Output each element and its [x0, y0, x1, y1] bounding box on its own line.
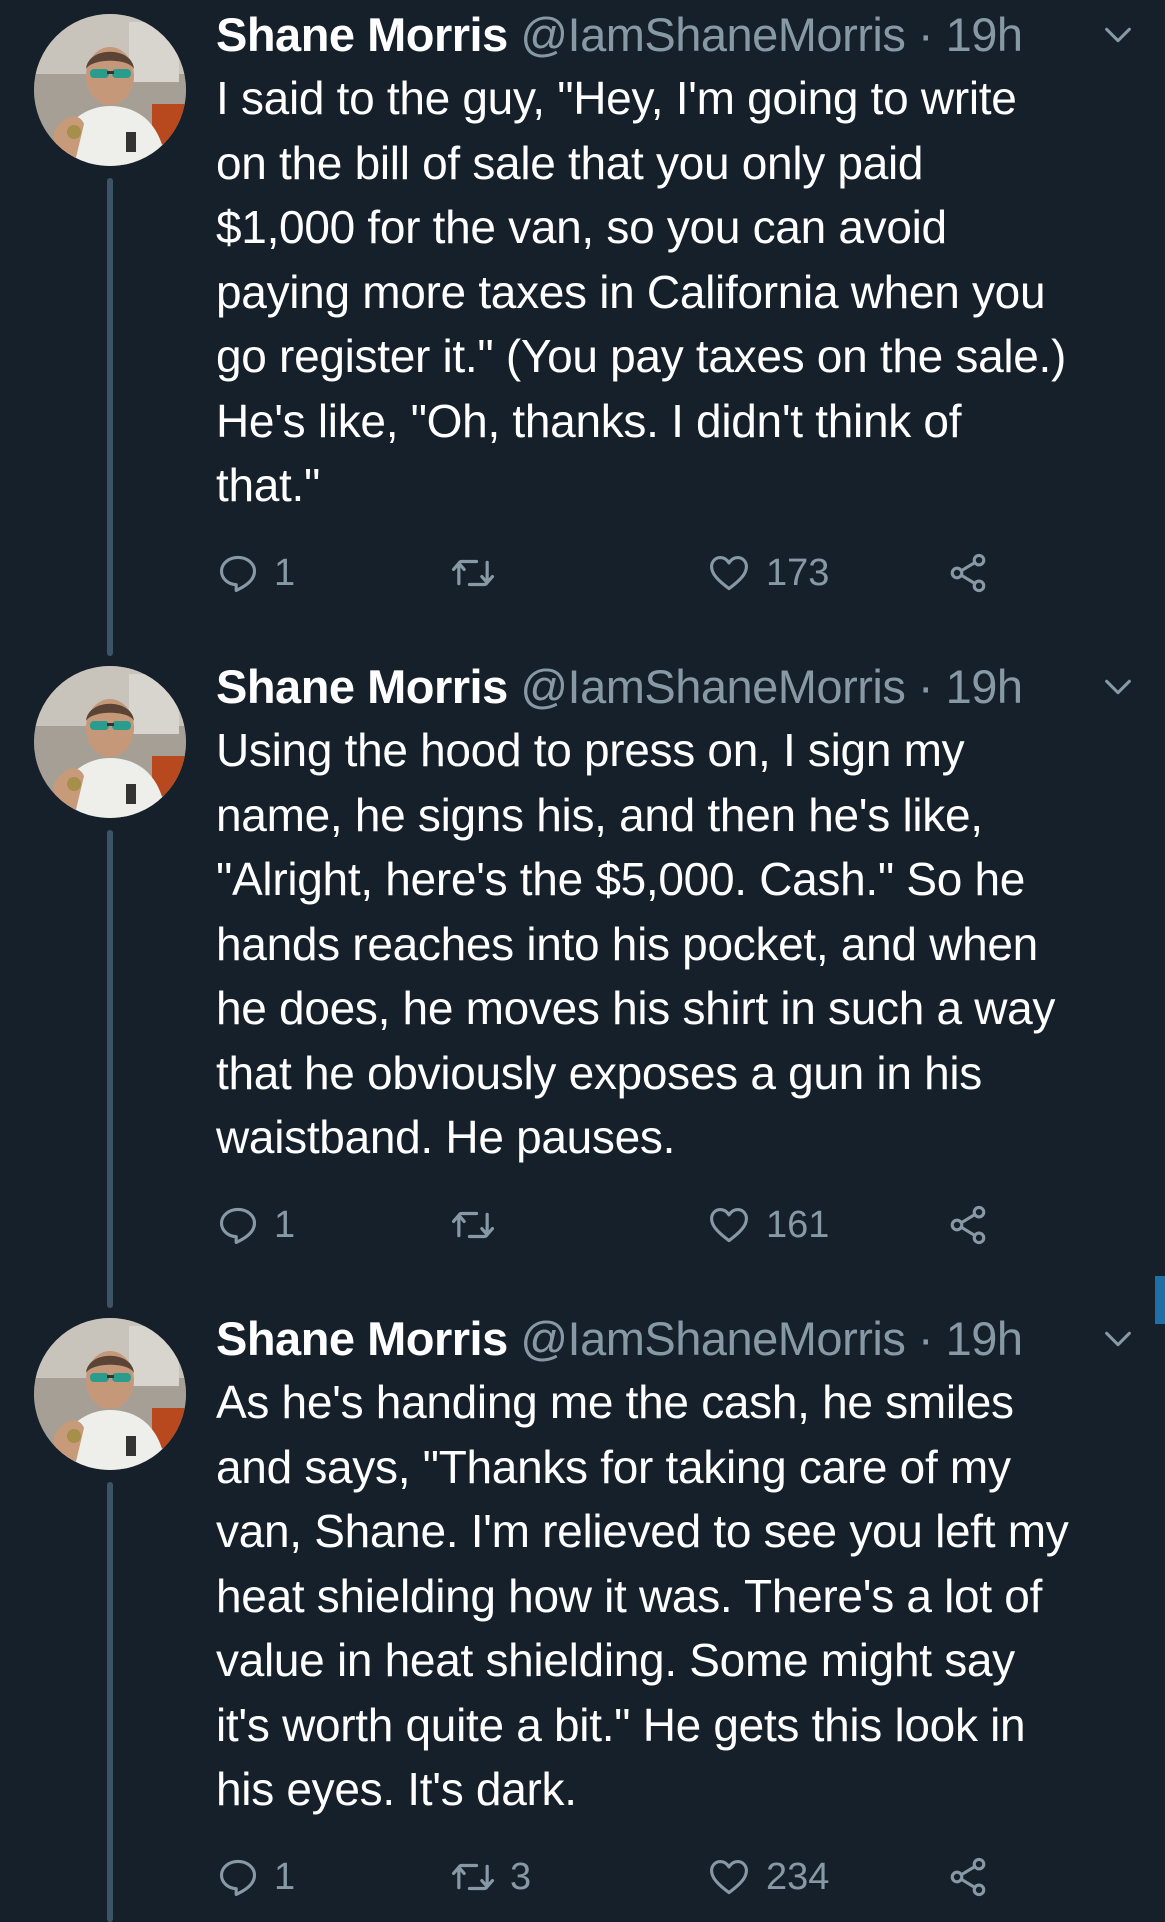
reply-icon [219, 1207, 257, 1244]
chevron-down-icon[interactable] [1101, 670, 1135, 704]
thread-connector-line [107, 830, 113, 1308]
tweet-actions: 1 173 [216, 548, 1016, 598]
tweet-text-line: He's like, "Oh, thanks. I didn't think o… [216, 394, 962, 447]
scrollbar[interactable] [1155, 1276, 1165, 1324]
tweet-text: As he's handing me the cash, he smiles a… [216, 1370, 1146, 1822]
reply-button[interactable]: 1 [216, 1200, 295, 1250]
tweet-header: Shane Morris @IamShaneMorris · 19h [216, 652, 1165, 722]
author-handle[interactable]: @IamShaneMorris [520, 1312, 906, 1365]
tweet-text-line: and says, "Thanks for taking care of my [216, 1440, 1011, 1493]
reply-icon [219, 555, 257, 592]
like-button[interactable]: 173 [706, 548, 829, 598]
tweet-text-line: name, he signs his, and then he's like, [216, 788, 983, 841]
thread-connector-line [107, 1482, 113, 1922]
retweet-icon [451, 559, 495, 587]
tweet-header: Shane Morris @IamShaneMorris · 19h [216, 1304, 1165, 1374]
tweet[interactable]: Shane Morris @IamShaneMorris · 19h Using… [0, 652, 1165, 1308]
tweet-timestamp[interactable]: 19h [946, 8, 1023, 61]
avatar[interactable] [34, 1318, 186, 1470]
retweet-icon [451, 1863, 495, 1891]
reply-count: 1 [274, 1203, 296, 1246]
avatar-photo-icon [34, 1318, 186, 1470]
author-name[interactable]: Shane Morris [216, 8, 508, 61]
tweet-actions: 1 3 234 [216, 1852, 1016, 1902]
like-count: 234 [766, 1855, 830, 1898]
tweet[interactable]: Shane Morris @IamShaneMorris · 19h I sai… [0, 0, 1165, 656]
reply-button[interactable]: 1 [216, 1852, 295, 1902]
avatar-photo-icon [34, 14, 186, 166]
tweet-text-line: his eyes. It's dark. [216, 1763, 577, 1815]
tweet-text-line: hands reaches into his pocket, and when [216, 917, 1038, 970]
tweet-text-line: Using the hood to press on, I sign my [216, 724, 965, 776]
share-icon [950, 1857, 986, 1897]
tweet-text-line: value in heat shielding. Some might say [216, 1634, 1015, 1686]
like-icon [710, 1860, 748, 1895]
like-button[interactable]: 161 [706, 1200, 829, 1250]
tweet-text-line: van, Shane. I'm relieved to see you left… [216, 1505, 1069, 1557]
author-name[interactable]: Shane Morris [216, 660, 508, 713]
tweet-header: Shane Morris @IamShaneMorris · 19h [216, 0, 1165, 70]
avatar[interactable] [34, 14, 186, 166]
share-icon [950, 553, 986, 593]
avatar-photo-icon [34, 666, 186, 818]
tweet-text-line: on the bill of sale that you only paid [216, 136, 924, 189]
tweet-text: Using the hood to press on, I sign my na… [216, 718, 1146, 1170]
tweet-text-line: "Alright, here's the $5,000. Cash." So h… [216, 853, 1026, 905]
avatar[interactable] [34, 666, 186, 818]
tweet-text-line: it's worth quite a bit." He gets this lo… [216, 1698, 1026, 1751]
retweet-button[interactable] [450, 1200, 510, 1250]
tweet-text-line: that he obviously exposes a gun in his [216, 1046, 982, 1099]
share-icon [950, 1205, 986, 1245]
thread-connector-line [107, 178, 113, 656]
tweet-timestamp[interactable]: 19h [946, 1312, 1023, 1365]
author-name[interactable]: Shane Morris [216, 1312, 508, 1365]
like-icon [710, 1208, 748, 1243]
like-icon [710, 556, 748, 591]
tweet-text-line: that." [216, 459, 321, 511]
chevron-down-icon[interactable] [1101, 1322, 1135, 1356]
share-button[interactable] [946, 548, 990, 598]
chevron-down-icon[interactable] [1101, 18, 1135, 52]
author-handle[interactable]: @IamShaneMorris [520, 8, 906, 61]
author-handle[interactable]: @IamShaneMorris [520, 660, 906, 713]
header-separator: · [917, 660, 934, 713]
retweet-icon [451, 1211, 495, 1239]
tweet-text-line: waistband. He pauses. [216, 1111, 676, 1163]
header-separator: · [917, 1312, 934, 1365]
tweet-actions: 1 161 [216, 1200, 1016, 1250]
tweet-text-line: heat shielding how it was. There's a lot… [216, 1569, 1043, 1622]
reply-count: 1 [274, 551, 296, 594]
like-count: 173 [766, 551, 830, 594]
reply-icon [219, 1859, 257, 1896]
retweet-button[interactable] [450, 548, 510, 598]
tweet[interactable]: Shane Morris @IamShaneMorris · 19h As he… [0, 1304, 1165, 1922]
share-button[interactable] [946, 1852, 990, 1902]
retweet-button[interactable]: 3 [450, 1852, 531, 1902]
share-button[interactable] [946, 1200, 990, 1250]
like-count: 161 [766, 1203, 830, 1246]
retweet-count: 3 [510, 1855, 532, 1898]
tweet-text-line: paying more taxes in California when you [216, 265, 1046, 318]
tweet-text-line: As he's handing me the cash, he smiles [216, 1376, 1014, 1428]
reply-button[interactable]: 1 [216, 548, 295, 598]
like-button[interactable]: 234 [706, 1852, 829, 1902]
tweet-text: I said to the guy, "Hey, I'm going to wr… [216, 66, 1146, 518]
tweet-timestamp[interactable]: 19h [946, 660, 1023, 713]
tweet-text-line: he does, he moves his shirt in such a wa… [216, 982, 1056, 1034]
header-separator: · [917, 8, 934, 61]
reply-count: 1 [274, 1855, 296, 1898]
tweet-text-line: I said to the guy, "Hey, I'm going to wr… [216, 72, 1017, 124]
tweet-text-line: go register it." (You pay taxes on the s… [216, 330, 1067, 382]
tweet-text-line: $1,000 for the van, so you can avoid [216, 201, 947, 253]
